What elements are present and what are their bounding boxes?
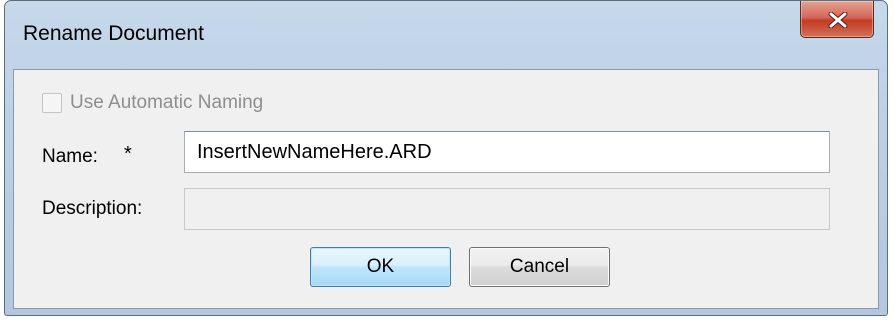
close-button[interactable] xyxy=(800,1,874,38)
description-input[interactable] xyxy=(184,188,830,230)
auto-naming-checkbox[interactable] xyxy=(42,93,62,113)
name-label: Name: xyxy=(42,146,98,167)
title-bar[interactable]: Rename Document xyxy=(5,1,887,71)
required-marker: * xyxy=(124,143,132,165)
auto-naming-label: Use Automatic Naming xyxy=(70,92,264,113)
dialog-body: Use Automatic Naming Name: * Description… xyxy=(13,69,879,309)
cancel-button[interactable]: Cancel xyxy=(469,247,610,287)
auto-naming-row: Use Automatic Naming xyxy=(42,92,263,114)
ok-button[interactable]: OK xyxy=(310,247,451,287)
description-label: Description: xyxy=(42,198,143,219)
close-icon xyxy=(828,12,848,28)
dialog-title: Rename Document xyxy=(23,22,204,45)
rename-document-dialog: Rename Document Use Automatic Naming Nam… xyxy=(4,0,888,316)
name-input[interactable] xyxy=(184,131,830,173)
